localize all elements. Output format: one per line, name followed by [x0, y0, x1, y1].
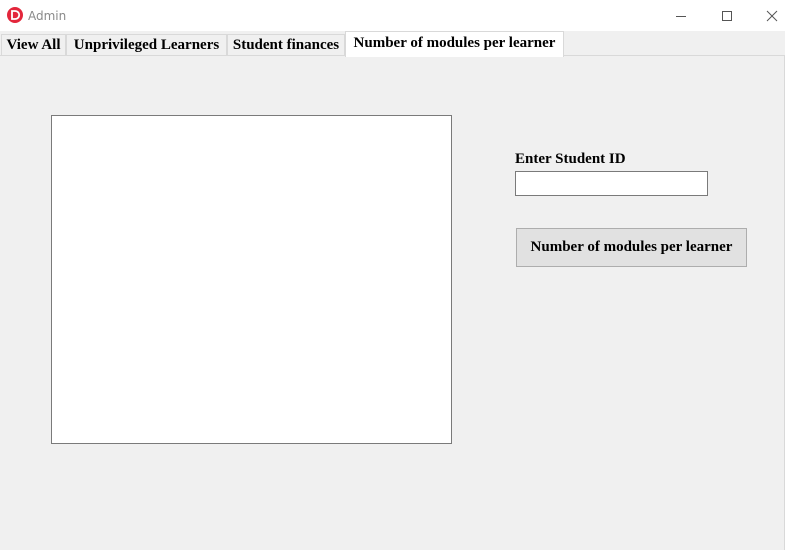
student-id-label: Enter Student ID: [515, 151, 626, 167]
close-button[interactable]: [749, 0, 785, 31]
tab-strip: View All Unprivileged Learners Student f…: [0, 31, 785, 57]
minimize-icon: [676, 15, 686, 17]
admin-window: Admin View All Unprivileged Learners Stu…: [0, 0, 785, 550]
tab-view-all[interactable]: View All: [1, 34, 66, 56]
student-id-input[interactable]: [515, 171, 708, 196]
maximize-button[interactable]: [704, 0, 750, 31]
tab-modules-per-learner[interactable]: Number of modules per learner: [345, 31, 564, 57]
tab-unprivileged-learners[interactable]: Unprivileged Learners: [66, 34, 227, 56]
minimize-button[interactable]: [658, 0, 704, 31]
modules-per-learner-button[interactable]: Number of modules per learner: [516, 228, 747, 267]
title-bar[interactable]: Admin: [0, 0, 785, 31]
maximize-icon: [722, 10, 732, 21]
close-icon: [766, 10, 778, 21]
results-listbox[interactable]: [51, 115, 452, 444]
window-title: Admin: [28, 9, 67, 23]
tab-student-finances[interactable]: Student finances: [227, 34, 345, 56]
d-logo-icon: [7, 7, 23, 23]
